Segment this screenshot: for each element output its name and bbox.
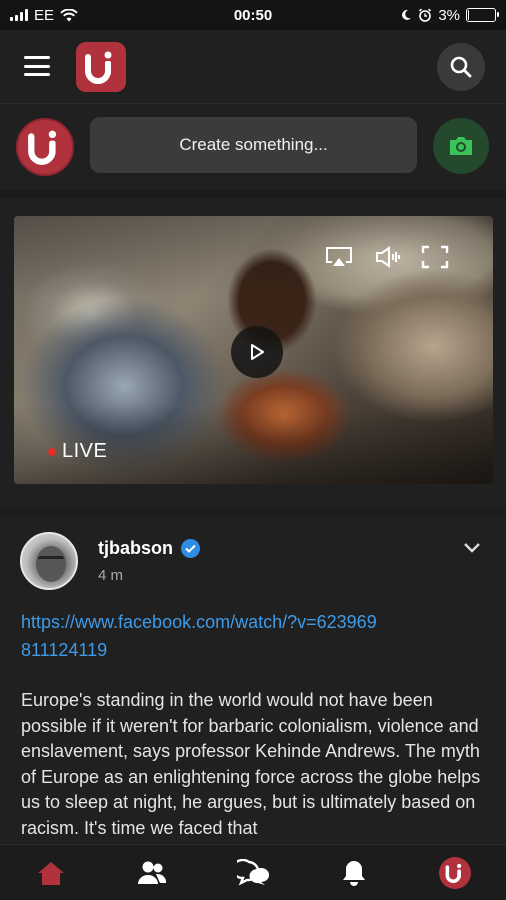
carrier-label: EE bbox=[34, 6, 55, 24]
bottom-nav bbox=[0, 844, 506, 900]
nav-messages[interactable] bbox=[202, 845, 303, 900]
play-button[interactable] bbox=[231, 326, 283, 378]
verified-badge-icon bbox=[181, 539, 200, 558]
status-time: 00:50 bbox=[233, 6, 273, 24]
post-author[interactable]: tjbabson bbox=[98, 538, 200, 559]
nav-notifications[interactable] bbox=[304, 845, 405, 900]
post-card: tjbabson 4 m https://www.facebook.com/wa… bbox=[0, 516, 506, 844]
post-link[interactable]: https://www.facebook.com/watch/?v=623969… bbox=[21, 608, 381, 664]
hamburger-icon[interactable] bbox=[24, 56, 50, 76]
search-button[interactable] bbox=[437, 43, 485, 91]
battery-fill bbox=[468, 10, 469, 20]
alarm-icon bbox=[419, 8, 432, 22]
status-bar: EE 00:50 3% bbox=[0, 0, 506, 30]
post-username[interactable]: tjbabson bbox=[98, 538, 173, 559]
messages-icon bbox=[237, 858, 269, 885]
chevron-down-icon[interactable] bbox=[460, 538, 484, 558]
user-avatar[interactable] bbox=[16, 118, 74, 176]
home-icon bbox=[37, 861, 64, 885]
wifi-icon bbox=[60, 8, 78, 21]
create-post-input[interactable]: Create something... bbox=[90, 117, 417, 173]
airplay-icon[interactable] bbox=[322, 242, 356, 272]
live-video-section: LIVE bbox=[0, 198, 506, 508]
post-author-avatar[interactable] bbox=[20, 532, 78, 590]
nav-home[interactable] bbox=[0, 845, 101, 900]
friends-icon bbox=[137, 861, 166, 884]
volume-icon[interactable] bbox=[372, 242, 406, 272]
cellular-signal-icon bbox=[10, 9, 28, 21]
live-video-player[interactable]: LIVE bbox=[14, 216, 493, 484]
moon-icon bbox=[402, 9, 412, 20]
camera-icon bbox=[450, 137, 472, 155]
live-dot-icon bbox=[48, 447, 56, 456]
fullscreen-icon[interactable] bbox=[418, 242, 452, 272]
status-left: EE bbox=[10, 7, 170, 24]
u-logo-icon bbox=[28, 130, 57, 165]
live-badge: LIVE bbox=[48, 440, 107, 463]
battery-icon bbox=[466, 8, 499, 22]
notifications-icon bbox=[343, 860, 366, 886]
live-label: LIVE bbox=[62, 440, 108, 462]
post-timestamp: 4 m bbox=[98, 567, 124, 584]
search-icon bbox=[450, 56, 472, 78]
nav-profile[interactable] bbox=[405, 845, 506, 900]
camera-button[interactable] bbox=[433, 118, 489, 174]
nav-friends[interactable] bbox=[101, 845, 202, 900]
battery-percent: 3% bbox=[438, 6, 460, 24]
profile-logo-icon bbox=[439, 856, 472, 889]
u-logo-icon[interactable] bbox=[76, 42, 126, 92]
play-icon bbox=[251, 344, 264, 360]
status-right: 3% bbox=[336, 6, 499, 24]
composer: Create something... bbox=[0, 104, 506, 190]
post-body: Europe's standing in the world would not… bbox=[21, 690, 481, 838]
app-header bbox=[0, 30, 506, 104]
